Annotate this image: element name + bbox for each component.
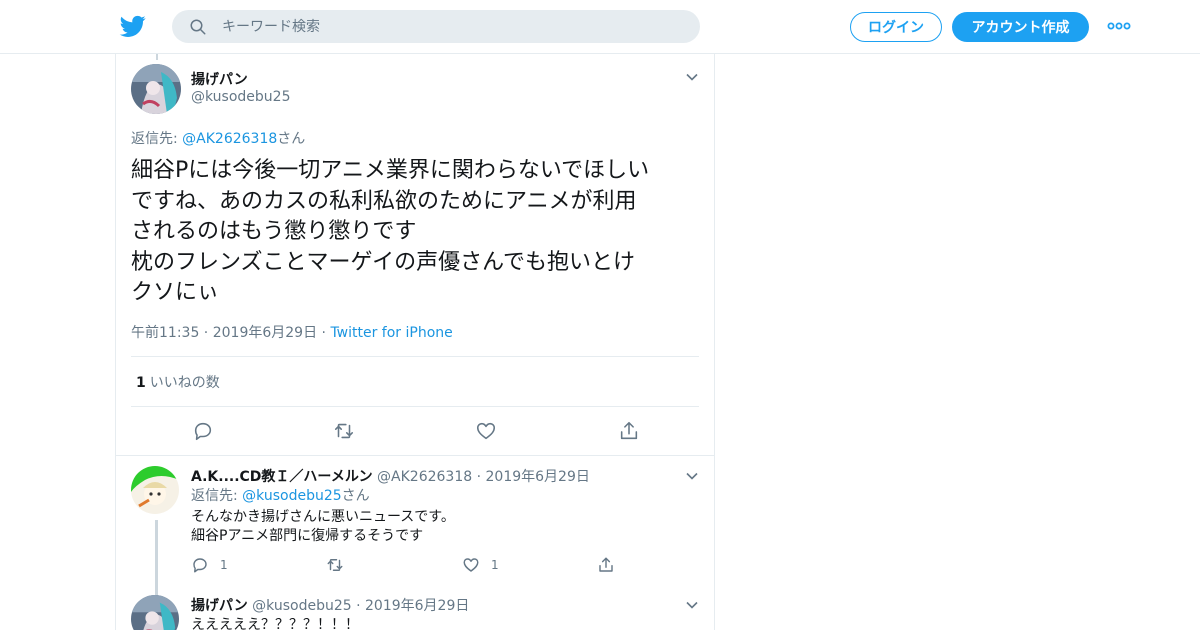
author-name[interactable]: 揚げパン (191, 69, 248, 89)
tweet-text-line: 細谷Pアニメ部門に復帰するそうです (191, 528, 424, 544)
author-handle[interactable]: @AK2626318 (377, 469, 472, 485)
tweet-separator (116, 455, 714, 456)
meta-separator: · (317, 325, 331, 341)
reply-icon[interactable] (191, 556, 209, 574)
reply-header: 揚げパン @kusodebu25 · 2019年6月29日 (191, 595, 469, 615)
like-icon[interactable] (475, 420, 497, 442)
meta-separator: · (472, 469, 486, 485)
author-handle[interactable]: @kusodebu25 (252, 598, 351, 614)
tweet-text-line: そんなかき揚げさんに悪いニュースです。 (191, 509, 455, 525)
chevron-down-icon[interactable] (685, 598, 699, 612)
author-name[interactable]: A.K....CD教Ｉ／ハーメルン (191, 469, 373, 485)
reply-suffix: さん (277, 131, 306, 147)
like-count: 1 (491, 558, 499, 572)
reply-header: A.K....CD教Ｉ／ハーメルン @AK2626318 · 2019年6月29… (191, 466, 590, 486)
signup-button[interactable]: アカウント作成 (952, 12, 1089, 42)
conversation-column: 揚げパン @kusodebu25 返信先: @AK2626318さん 細谷Pには… (115, 54, 715, 630)
reply-context: 返信先: @AK2626318さん (131, 128, 305, 148)
likes-label: いいねの数 (149, 375, 220, 391)
search-icon (190, 19, 206, 35)
tweet-date[interactable]: 2019年6月29日 (213, 325, 317, 341)
tweet-date[interactable]: 2019年6月29日 (365, 598, 469, 614)
reply-to-link[interactable]: @AK2626318 (182, 131, 277, 147)
more-icon[interactable] (1107, 19, 1131, 33)
reply-prefix: 返信先: (131, 131, 183, 147)
twitter-bird-icon[interactable] (119, 13, 147, 39)
reply-to-link[interactable]: @kusodebu25 (242, 488, 341, 504)
divider (131, 406, 699, 407)
tweet-date[interactable]: 2019年6月29日 (486, 469, 590, 485)
meta-separator: · (351, 598, 365, 614)
tweet-time[interactable]: 午前11:35 (131, 325, 199, 341)
thread-line (156, 54, 158, 60)
tweet-source[interactable]: Twitter for iPhone (330, 325, 452, 341)
meta-separator: · (199, 325, 213, 341)
reply-icon[interactable] (192, 420, 214, 442)
divider (131, 356, 699, 357)
avatar[interactable] (131, 595, 179, 630)
reply-suffix: さん (341, 488, 370, 504)
retweet-icon[interactable] (333, 420, 355, 442)
search-box[interactable] (172, 10, 700, 43)
chevron-down-icon[interactable] (685, 70, 699, 84)
avatar[interactable] (131, 64, 181, 114)
tweet-text: 細谷Pには今後一切アニメ業界に関わらないでほしい ですね、あのカスの私利私欲のた… (131, 158, 650, 305)
search-input[interactable] (222, 10, 682, 43)
login-button[interactable]: ログイン (850, 12, 942, 42)
tweet-text-line: えええええ？？？？！！！ (191, 617, 359, 630)
share-icon[interactable] (618, 420, 640, 442)
avatar[interactable] (131, 466, 179, 514)
author-name[interactable]: 揚げパン (191, 598, 248, 614)
author-handle[interactable]: @kusodebu25 (191, 89, 290, 105)
likes-stat[interactable]: 1 いいねの数 (136, 372, 220, 392)
reply-count: 1 (220, 558, 228, 572)
tweet-metadata: 午前11:35 · 2019年6月29日 · Twitter for iPhon… (131, 322, 453, 342)
chevron-down-icon[interactable] (685, 469, 699, 483)
likes-count: 1 (136, 375, 146, 391)
reply-context: 返信先: @kusodebu25さん (191, 486, 370, 506)
tweet-actions (116, 418, 714, 444)
like-icon[interactable] (462, 556, 480, 574)
reply-prefix: 返信先: (191, 488, 243, 504)
top-bar: ログイン アカウント作成 (0, 0, 1200, 54)
retweet-icon[interactable] (326, 556, 344, 574)
share-icon[interactable] (597, 556, 615, 574)
